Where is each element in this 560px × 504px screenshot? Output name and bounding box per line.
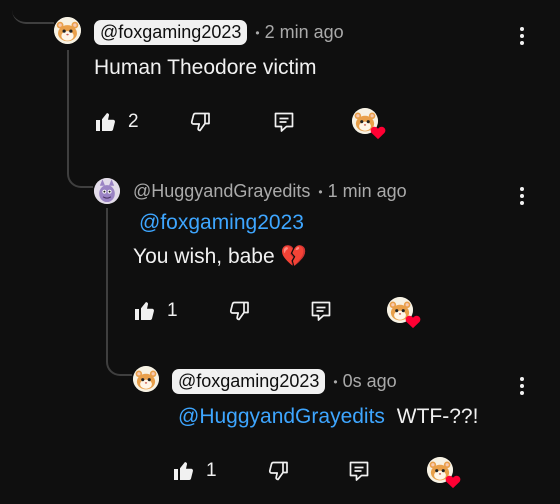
reply-icon	[309, 299, 333, 323]
comment-actions: 1	[133, 297, 415, 325]
creator-heart-badge	[351, 108, 380, 136]
thread-curve-2	[106, 356, 132, 376]
comment-header: @HuggyandGrayedits • 1 min ago	[133, 181, 407, 202]
separator-dot: •	[318, 184, 323, 199]
dislike-button[interactable]	[266, 459, 290, 483]
reply-button[interactable]	[272, 110, 296, 134]
thumb-up-icon	[94, 110, 118, 134]
more-vert-icon[interactable]	[515, 377, 529, 399]
comment-actions: 1	[172, 457, 455, 485]
comment-text: WTF-??!	[396, 405, 479, 428]
timestamp: 2 min ago	[264, 22, 344, 42]
mention-link[interactable]: @foxgaming2023	[139, 211, 304, 235]
comment-body: @HuggyandGrayedits WTF-??!	[178, 405, 478, 429]
reply-icon	[272, 110, 296, 134]
like-button[interactable]: 2	[94, 110, 139, 134]
comment-text: Human Theodore victim	[94, 56, 317, 79]
more-vert-icon[interactable]	[515, 27, 529, 49]
thread-line-top	[12, 0, 54, 24]
mention-link[interactable]: @HuggyandGrayedits	[178, 405, 385, 428]
thumb-up-icon	[133, 299, 157, 323]
creator-heart-badge	[426, 457, 455, 485]
dislike-button[interactable]	[188, 110, 212, 134]
like-count: 2	[128, 111, 139, 132]
thread-line-main	[67, 50, 69, 170]
author-handle[interactable]: @HuggyandGrayedits	[133, 181, 310, 202]
separator-dot: •	[333, 374, 338, 389]
thumb-down-icon	[188, 110, 212, 134]
more-vert-icon[interactable]	[515, 187, 529, 209]
reply-button[interactable]	[309, 299, 333, 323]
thumb-down-icon	[266, 459, 290, 483]
author-handle-chip[interactable]: @foxgaming2023	[94, 20, 248, 45]
like-button[interactable]: 1	[172, 459, 217, 483]
purple-character-avatar-icon	[94, 178, 120, 204]
comment-text: You wish, babe 💔	[133, 245, 307, 268]
timestamp: 0s ago	[342, 371, 397, 391]
avatar[interactable]	[54, 17, 81, 44]
author-handle-chip[interactable]: @foxgaming2023	[172, 369, 326, 394]
comment-actions: 2	[94, 108, 380, 136]
like-count: 1	[206, 460, 217, 481]
avatar[interactable]	[133, 366, 159, 392]
creator-heart-icon	[445, 474, 461, 489]
hamster-avatar-icon	[133, 366, 159, 392]
creator-heart-icon	[370, 125, 386, 140]
reply-icon	[347, 459, 371, 483]
thread-curve-1	[67, 168, 93, 188]
creator-heart-icon	[405, 314, 421, 329]
avatar[interactable]	[94, 178, 120, 204]
like-count: 1	[167, 300, 178, 321]
thumb-up-icon	[172, 459, 196, 483]
thumb-down-icon	[227, 299, 251, 323]
dislike-button[interactable]	[227, 299, 251, 323]
reply-button[interactable]	[347, 459, 371, 483]
separator-dot: •	[255, 25, 260, 40]
comment-header: @foxgaming2023 • 0s ago	[172, 369, 397, 394]
creator-heart-badge	[386, 297, 415, 325]
comment-header: @foxgaming2023 • 2 min ago	[94, 20, 344, 45]
hamster-avatar-icon	[54, 17, 81, 44]
timestamp: 1 min ago	[327, 181, 407, 201]
thread-line-nested	[106, 208, 108, 358]
like-button[interactable]: 1	[133, 299, 178, 323]
